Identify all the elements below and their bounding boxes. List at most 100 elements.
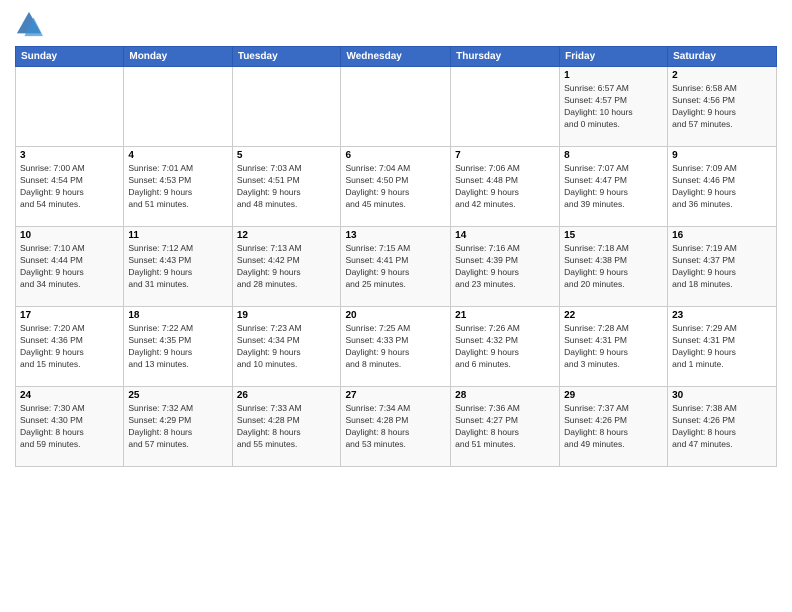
day-number: 10 xyxy=(20,230,119,241)
day-info: Sunrise: 7:32 AM Sunset: 4:29 PM Dayligh… xyxy=(128,403,227,451)
weekday-header-tuesday: Tuesday xyxy=(232,47,341,67)
day-cell: 14 Sunrise: 7:16 AM Sunset: 4:39 PM Dayli… xyxy=(451,227,560,307)
day-number: 23 xyxy=(672,310,772,321)
day-cell: 29 Sunrise: 7:37 AM Sunset: 4:26 PM Dayli… xyxy=(560,387,668,467)
day-cell: 12Sunrise: 7:13 AM Sunset: 4:42 PM Dayli… xyxy=(232,227,341,307)
day-cell: 17 Sunrise: 7:20 AM Sunset: 4:36 PM Dayli… xyxy=(16,307,124,387)
day-cell: 2 Sunrise: 6:58 AM Sunset: 4:56 PM Daylig… xyxy=(668,67,777,147)
day-info: Sunrise: 7:29 AM Sunset: 4:31 PM Dayligh… xyxy=(672,323,772,371)
day-info: Sunrise: 7:19 AM Sunset: 4:37 PM Dayligh… xyxy=(672,243,772,291)
weekday-header-monday: Monday xyxy=(124,47,232,67)
day-cell: 7 Sunrise: 7:06 AM Sunset: 4:48 PM Daylig… xyxy=(451,147,560,227)
day-number: 26 xyxy=(237,390,337,401)
day-info: Sunrise: 7:06 AM Sunset: 4:48 PM Dayligh… xyxy=(455,163,555,211)
day-cell: 10 Sunrise: 7:10 AM Sunset: 4:44 PM Dayli… xyxy=(16,227,124,307)
day-info: Sunrise: 7:33 AM Sunset: 4:28 PM Dayligh… xyxy=(237,403,337,451)
weekday-header-saturday: Saturday xyxy=(668,47,777,67)
day-number: 1 xyxy=(564,70,663,81)
weekday-header-row: SundayMondayTuesdayWednesdayThursdayFrid… xyxy=(16,47,777,67)
day-number: 29 xyxy=(564,390,663,401)
day-info: Sunrise: 7:10 AM Sunset: 4:44 PM Dayligh… xyxy=(20,243,119,291)
day-cell: 9 Sunrise: 7:09 AM Sunset: 4:46 PM Daylig… xyxy=(668,147,777,227)
day-number: 2 xyxy=(672,70,772,81)
day-cell: 5Sunrise: 7:03 AM Sunset: 4:51 PM Daylig… xyxy=(232,147,341,227)
day-info: Sunrise: 6:58 AM Sunset: 4:56 PM Dayligh… xyxy=(672,83,772,131)
day-cell xyxy=(16,67,124,147)
day-info: Sunrise: 7:00 AM Sunset: 4:54 PM Dayligh… xyxy=(20,163,119,211)
week-row-4: 17 Sunrise: 7:20 AM Sunset: 4:36 PM Dayli… xyxy=(16,307,777,387)
day-info: Sunrise: 7:04 AM Sunset: 4:50 PM Dayligh… xyxy=(345,163,446,211)
week-row-2: 3 Sunrise: 7:00 AM Sunset: 4:54 PM Daylig… xyxy=(16,147,777,227)
day-number: 25 xyxy=(128,390,227,401)
day-number: 18 xyxy=(128,310,227,321)
day-info: Sunrise: 7:38 AM Sunset: 4:26 PM Dayligh… xyxy=(672,403,772,451)
day-cell: 13 Sunrise: 7:15 AM Sunset: 4:41 PM Dayli… xyxy=(341,227,451,307)
day-cell: 8Sunrise: 7:07 AM Sunset: 4:47 PM Daylig… xyxy=(560,147,668,227)
day-info: Sunrise: 6:57 AM Sunset: 4:57 PM Dayligh… xyxy=(564,83,663,131)
logo xyxy=(15,10,47,38)
day-cell: 25 Sunrise: 7:32 AM Sunset: 4:29 PM Dayli… xyxy=(124,387,232,467)
weekday-header-thursday: Thursday xyxy=(451,47,560,67)
day-number: 7 xyxy=(455,150,555,161)
day-info: Sunrise: 7:16 AM Sunset: 4:39 PM Dayligh… xyxy=(455,243,555,291)
day-cell: 20Sunrise: 7:25 AM Sunset: 4:33 PM Dayli… xyxy=(341,307,451,387)
day-cell xyxy=(232,67,341,147)
day-info: Sunrise: 7:20 AM Sunset: 4:36 PM Dayligh… xyxy=(20,323,119,371)
day-number: 27 xyxy=(345,390,446,401)
header xyxy=(15,10,777,38)
day-cell: 27 Sunrise: 7:34 AM Sunset: 4:28 PM Dayli… xyxy=(341,387,451,467)
weekday-header-sunday: Sunday xyxy=(16,47,124,67)
day-number: 9 xyxy=(672,150,772,161)
week-row-3: 10 Sunrise: 7:10 AM Sunset: 4:44 PM Dayli… xyxy=(16,227,777,307)
day-info: Sunrise: 7:09 AM Sunset: 4:46 PM Dayligh… xyxy=(672,163,772,211)
day-info: Sunrise: 7:03 AM Sunset: 4:51 PM Dayligh… xyxy=(237,163,337,211)
day-info: Sunrise: 7:01 AM Sunset: 4:53 PM Dayligh… xyxy=(128,163,227,211)
day-number: 21 xyxy=(455,310,555,321)
day-info: Sunrise: 7:37 AM Sunset: 4:26 PM Dayligh… xyxy=(564,403,663,451)
day-cell: 28 Sunrise: 7:36 AM Sunset: 4:27 PM Dayli… xyxy=(451,387,560,467)
day-cell: 18Sunrise: 7:22 AM Sunset: 4:35 PM Dayli… xyxy=(124,307,232,387)
page: SundayMondayTuesdayWednesdayThursdayFrid… xyxy=(0,0,792,612)
day-number: 12 xyxy=(237,230,337,241)
day-number: 13 xyxy=(345,230,446,241)
day-info: Sunrise: 7:30 AM Sunset: 4:30 PM Dayligh… xyxy=(20,403,119,451)
day-info: Sunrise: 7:36 AM Sunset: 4:27 PM Dayligh… xyxy=(455,403,555,451)
week-row-5: 24Sunrise: 7:30 AM Sunset: 4:30 PM Dayli… xyxy=(16,387,777,467)
day-info: Sunrise: 7:23 AM Sunset: 4:34 PM Dayligh… xyxy=(237,323,337,371)
day-cell xyxy=(341,67,451,147)
day-info: Sunrise: 7:34 AM Sunset: 4:28 PM Dayligh… xyxy=(345,403,446,451)
day-info: Sunrise: 7:15 AM Sunset: 4:41 PM Dayligh… xyxy=(345,243,446,291)
logo-icon xyxy=(15,10,43,38)
day-cell: 6Sunrise: 7:04 AM Sunset: 4:50 PM Daylig… xyxy=(341,147,451,227)
day-number: 19 xyxy=(237,310,337,321)
day-cell: 3 Sunrise: 7:00 AM Sunset: 4:54 PM Daylig… xyxy=(16,147,124,227)
day-cell xyxy=(451,67,560,147)
day-number: 14 xyxy=(455,230,555,241)
day-info: Sunrise: 7:28 AM Sunset: 4:31 PM Dayligh… xyxy=(564,323,663,371)
day-info: Sunrise: 7:26 AM Sunset: 4:32 PM Dayligh… xyxy=(455,323,555,371)
day-cell: 19 Sunrise: 7:23 AM Sunset: 4:34 PM Dayli… xyxy=(232,307,341,387)
day-cell: 22 Sunrise: 7:28 AM Sunset: 4:31 PM Dayli… xyxy=(560,307,668,387)
day-number: 15 xyxy=(564,230,663,241)
weekday-header-friday: Friday xyxy=(560,47,668,67)
day-cell: 11Sunrise: 7:12 AM Sunset: 4:43 PM Dayli… xyxy=(124,227,232,307)
day-info: Sunrise: 7:18 AM Sunset: 4:38 PM Dayligh… xyxy=(564,243,663,291)
day-cell xyxy=(124,67,232,147)
day-number: 4 xyxy=(128,150,227,161)
day-cell: 21 Sunrise: 7:26 AM Sunset: 4:32 PM Dayli… xyxy=(451,307,560,387)
weekday-header-wednesday: Wednesday xyxy=(341,47,451,67)
day-number: 11 xyxy=(128,230,227,241)
day-number: 22 xyxy=(564,310,663,321)
day-cell: 15 Sunrise: 7:18 AM Sunset: 4:38 PM Dayli… xyxy=(560,227,668,307)
day-number: 28 xyxy=(455,390,555,401)
day-info: Sunrise: 7:25 AM Sunset: 4:33 PM Dayligh… xyxy=(345,323,446,371)
day-cell: 16Sunrise: 7:19 AM Sunset: 4:37 PM Dayli… xyxy=(668,227,777,307)
day-number: 3 xyxy=(20,150,119,161)
day-number: 30 xyxy=(672,390,772,401)
day-cell: 24Sunrise: 7:30 AM Sunset: 4:30 PM Dayli… xyxy=(16,387,124,467)
calendar: SundayMondayTuesdayWednesdayThursdayFrid… xyxy=(15,46,777,467)
day-cell: 30 Sunrise: 7:38 AM Sunset: 4:26 PM Dayli… xyxy=(668,387,777,467)
day-number: 17 xyxy=(20,310,119,321)
week-row-1: 1 Sunrise: 6:57 AM Sunset: 4:57 PM Daylig… xyxy=(16,67,777,147)
day-cell: 26 Sunrise: 7:33 AM Sunset: 4:28 PM Dayli… xyxy=(232,387,341,467)
